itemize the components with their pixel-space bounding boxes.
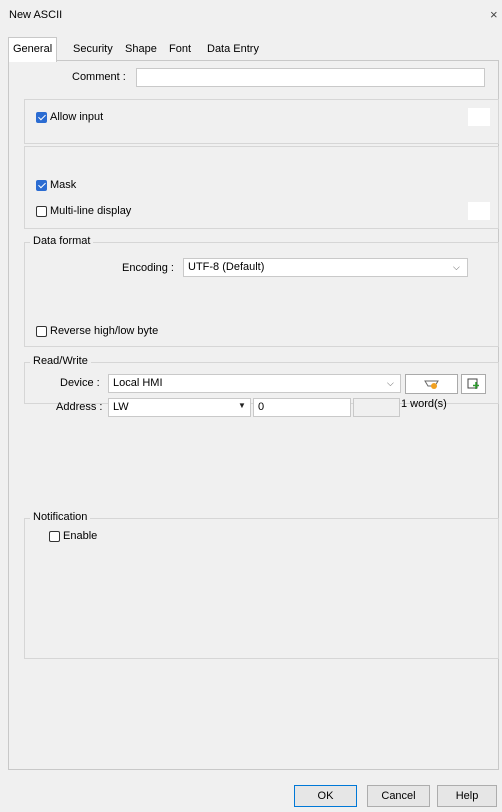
mask-checkbox[interactable] <box>36 180 47 191</box>
help-button[interactable]: Help <box>437 785 497 807</box>
notification-legend: Notification <box>30 511 91 523</box>
encoding-value: UTF-8 (Default) <box>188 261 265 273</box>
mask-label: Mask <box>50 179 77 191</box>
close-icon[interactable]: × <box>490 7 498 22</box>
caret-down-icon[interactable]: ▼ <box>238 401 246 410</box>
reverse-byte-checkbox[interactable] <box>36 326 47 337</box>
allow-input-placeholder-box <box>468 108 490 126</box>
encoding-select[interactable]: UTF-8 (Default) <box>183 258 468 277</box>
data-format-legend: Data format <box>30 235 94 247</box>
tab-strip: General Security Shape Font Data Entry <box>8 37 308 62</box>
tab-shape[interactable]: Shape <box>120 37 162 62</box>
chevron-down-icon[interactable]: ⌵ <box>453 262 460 273</box>
allow-input-label: Allow input <box>50 111 104 123</box>
device-settings-icon <box>423 380 439 389</box>
multiline-placeholder-box <box>468 202 490 220</box>
multiline-checkbox[interactable] <box>36 206 47 217</box>
chevron-down-icon[interactable]: ⌵ <box>387 378 394 389</box>
allow-input-checkbox[interactable] <box>36 112 47 123</box>
address-type-value: LW <box>113 401 129 413</box>
notification-enable-label: Enable <box>63 530 98 542</box>
add-address-button[interactable] <box>461 374 486 394</box>
comment-input[interactable] <box>136 68 485 87</box>
add-address-icon <box>467 378 479 389</box>
address-label: Address : <box>56 401 103 413</box>
window-title: New ASCII <box>9 9 63 21</box>
comment-label: Comment : <box>72 71 126 83</box>
notification-enable-checkbox[interactable] <box>49 531 60 542</box>
tab-data-entry[interactable]: Data Entry <box>202 37 264 62</box>
ok-button[interactable]: OK <box>294 785 357 807</box>
device-label: Device : <box>60 377 100 389</box>
address-index-box <box>353 398 400 417</box>
encoding-label: Encoding : <box>122 262 174 274</box>
word-count-label: 1 word(s) <box>401 398 447 410</box>
device-select[interactable]: Local HMI <box>108 374 401 393</box>
cancel-button[interactable]: Cancel <box>367 785 430 807</box>
device-settings-button[interactable] <box>405 374 458 394</box>
multiline-label: Multi-line display <box>50 205 132 217</box>
device-value: Local HMI <box>113 377 163 389</box>
read-write-legend: Read/Write <box>30 355 91 367</box>
tab-security[interactable]: Security <box>68 37 118 62</box>
tab-font[interactable]: Font <box>164 37 196 62</box>
address-value-input[interactable]: 0 <box>253 398 351 417</box>
reverse-byte-label: Reverse high/low byte <box>50 325 159 337</box>
title-bar <box>0 0 502 28</box>
address-type-select[interactable]: LW <box>108 398 251 417</box>
tab-general[interactable]: General <box>8 37 58 62</box>
